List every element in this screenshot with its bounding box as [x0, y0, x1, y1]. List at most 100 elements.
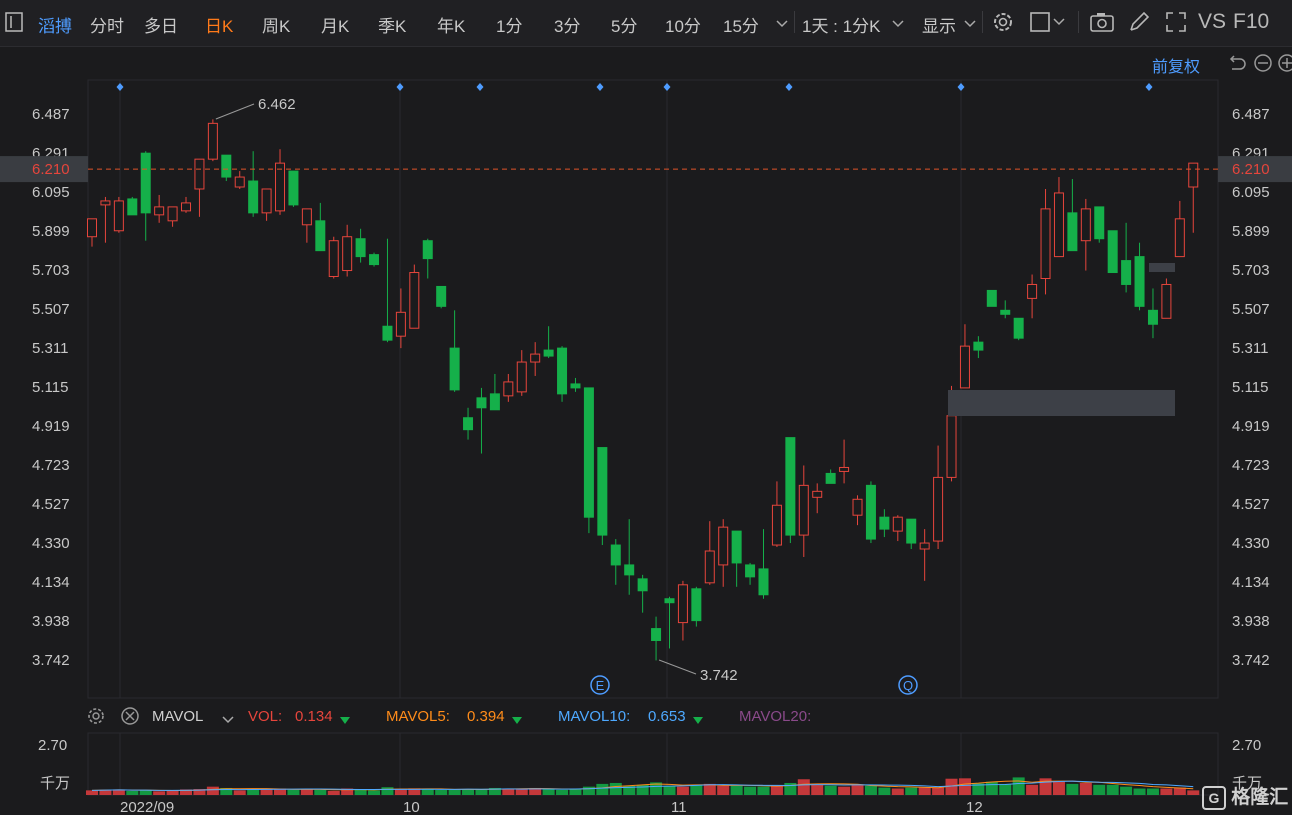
- candle-body: [449, 347, 460, 391]
- x-axis-label: 10: [403, 799, 420, 815]
- volume-bar: [744, 786, 757, 795]
- candle-body: [1027, 283, 1038, 299]
- period-tab[interactable]: 分时: [90, 12, 124, 37]
- gear-icon[interactable]: [991, 10, 1015, 39]
- candle-body: [516, 361, 527, 393]
- volume-bar: [287, 789, 300, 795]
- close-icon[interactable]: [120, 706, 140, 731]
- high-annotation-label: 6.462: [258, 96, 296, 113]
- interval-select[interactable]: 1天 : 1分K: [802, 12, 880, 37]
- period-tab[interactable]: 3分: [554, 12, 580, 37]
- adjust-mode-link[interactable]: 前复权: [1152, 53, 1200, 77]
- y-tick-label: 3.742: [32, 652, 70, 669]
- minus-icon[interactable]: [1253, 53, 1273, 78]
- candle-body: [906, 518, 917, 544]
- candle-body: [301, 208, 312, 226]
- y-tick-label: 3.938: [32, 613, 70, 630]
- period-tab[interactable]: 多日: [144, 12, 178, 37]
- current-price-label-left: 6.210: [32, 161, 70, 178]
- y-tick-label: 5.703: [32, 262, 70, 279]
- volume-bar: [421, 789, 434, 795]
- candle-body: [1121, 260, 1132, 285]
- period-tab-active[interactable]: 日K: [205, 12, 233, 37]
- volume-bar: [650, 782, 663, 795]
- candle-body: [1188, 162, 1199, 188]
- candle-body: [328, 240, 339, 278]
- undo-icon[interactable]: [1226, 53, 1246, 78]
- square-icon[interactable]: [1029, 10, 1065, 39]
- y-tick-label: 6.487: [32, 106, 70, 123]
- period-tab[interactable]: 15分: [723, 12, 759, 37]
- camera-icon[interactable]: [1089, 10, 1115, 39]
- sidebar-toggle-icon[interactable]: [5, 12, 23, 37]
- period-tab[interactable]: 周K: [262, 12, 290, 37]
- y-tick-label: 4.134: [1232, 574, 1270, 591]
- volume-bar: [247, 788, 260, 795]
- chevron-down-icon[interactable]: [892, 16, 904, 34]
- period-tab[interactable]: 季K: [378, 12, 406, 37]
- f10-button[interactable]: F10: [1233, 10, 1269, 34]
- volume-bar: [609, 782, 622, 795]
- y-tick-label: 5.507: [1232, 301, 1270, 318]
- watermark-text: 格隆汇: [1231, 787, 1289, 808]
- chevron-down-icon[interactable]: [776, 16, 788, 34]
- candle-body: [288, 170, 299, 206]
- stock-name[interactable]: 滔搏: [38, 12, 72, 37]
- candle-body: [812, 490, 823, 498]
- period-tab[interactable]: 5分: [611, 12, 637, 37]
- volume-bar: [327, 790, 340, 795]
- y-tick-label: 5.115: [1232, 379, 1268, 396]
- period-tab[interactable]: 1分: [496, 12, 522, 37]
- candle-body: [933, 476, 944, 542]
- candle-body: [409, 272, 420, 329]
- volume-bar: [1026, 784, 1039, 795]
- y-tick-label: 5.899: [32, 223, 70, 240]
- event-diamond: [596, 83, 604, 91]
- x-axis-label: 11: [671, 799, 687, 815]
- vs-button[interactable]: VS: [1198, 10, 1226, 34]
- indicator-name[interactable]: MAVOL: [152, 708, 203, 725]
- volume-bar: [435, 790, 448, 795]
- watermark-logo: G 格隆汇: [1202, 782, 1288, 810]
- period-tab[interactable]: 10分: [665, 12, 701, 37]
- chevron-down-icon[interactable]: [222, 712, 234, 730]
- plus-icon[interactable]: [1277, 53, 1292, 78]
- mavol10-line: [91, 780, 1194, 791]
- volume-bar: [408, 788, 421, 795]
- event-diamond: [116, 83, 124, 91]
- volume-bar: [86, 790, 98, 795]
- mavol5-trend-icon: [512, 712, 522, 729]
- candle-body: [87, 218, 97, 238]
- candle-body: [1067, 212, 1078, 252]
- candle-body: [1147, 309, 1158, 325]
- volume-bar: [153, 791, 166, 795]
- volume-bar: [676, 786, 689, 795]
- volume-bar: [341, 788, 354, 795]
- y-tick-label: 5.507: [32, 301, 70, 318]
- volume-bar: [180, 789, 193, 795]
- candlestick-chart[interactable]: 6.487 6.291 6.095 5.899 5.703 5.507 5.311 5.115…: [0, 0, 1292, 815]
- candle-body: [221, 154, 232, 178]
- volume-bar: [556, 789, 569, 795]
- candle-body: [1161, 283, 1172, 319]
- display-menu[interactable]: 显示: [922, 12, 956, 37]
- mavol10-value: 0.653: [648, 708, 686, 725]
- volume-bar: [381, 787, 394, 795]
- period-tab[interactable]: 月K: [321, 12, 349, 37]
- volume-bar: [354, 789, 367, 795]
- candle-body: [1000, 309, 1011, 315]
- current-price-label-right: 6.210: [1232, 161, 1270, 178]
- candle-body: [207, 122, 218, 160]
- settings-icon[interactable]: [86, 706, 106, 731]
- volume-bar: [770, 785, 783, 795]
- expand-icon[interactable]: [1164, 10, 1188, 39]
- volume-bar: [985, 781, 998, 795]
- chevron-down-icon[interactable]: [964, 16, 976, 34]
- candle-body: [798, 484, 809, 536]
- pencil-icon[interactable]: [1127, 10, 1151, 39]
- event-marker-icon: [590, 675, 610, 695]
- period-tab[interactable]: 年K: [437, 12, 465, 37]
- event-marker-label: Q: [903, 678, 913, 693]
- volume-bar: [958, 778, 971, 795]
- candle-body: [610, 544, 621, 566]
